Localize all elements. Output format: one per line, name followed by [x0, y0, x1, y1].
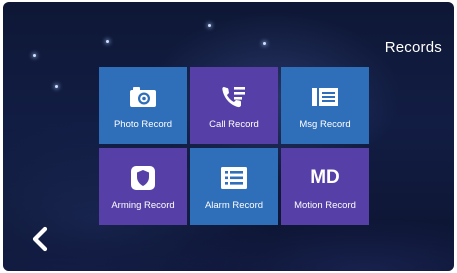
tile-label: Photo Record — [113, 119, 173, 130]
md-text-icon: MD — [310, 167, 340, 188]
page-title: Records — [384, 39, 442, 56]
message-list-icon — [310, 84, 340, 110]
shield-icon — [130, 165, 156, 191]
records-menu-grid: Photo Record Call Record Msg Record Armi… — [99, 67, 369, 225]
back-button[interactable] — [27, 224, 53, 254]
alarm-record-button[interactable]: Alarm Record — [190, 148, 278, 225]
star-decoration — [106, 40, 109, 43]
records-screen: Records Photo Record Call Record Msg Rec… — [3, 2, 454, 271]
arming-record-button[interactable]: Arming Record — [99, 148, 187, 225]
tile-label: Motion Record — [294, 200, 356, 211]
photo-record-button[interactable]: Photo Record — [99, 67, 187, 144]
tile-label: Call Record — [209, 119, 259, 130]
star-decoration — [33, 54, 36, 57]
msg-record-button[interactable]: Msg Record — [281, 67, 369, 144]
chevron-left-icon — [27, 226, 53, 258]
call-record-button[interactable]: Call Record — [190, 67, 278, 144]
tile-label: Alarm Record — [204, 200, 264, 211]
star-decoration — [263, 42, 266, 45]
motion-record-button[interactable]: MD Motion Record — [281, 148, 369, 225]
camera-icon — [128, 84, 158, 110]
alarm-list-icon — [220, 165, 248, 191]
call-log-icon — [220, 84, 248, 110]
star-decoration — [55, 85, 58, 88]
tile-label: Msg Record — [299, 119, 351, 130]
star-decoration — [208, 24, 211, 27]
tile-label: Arming Record — [111, 200, 175, 211]
